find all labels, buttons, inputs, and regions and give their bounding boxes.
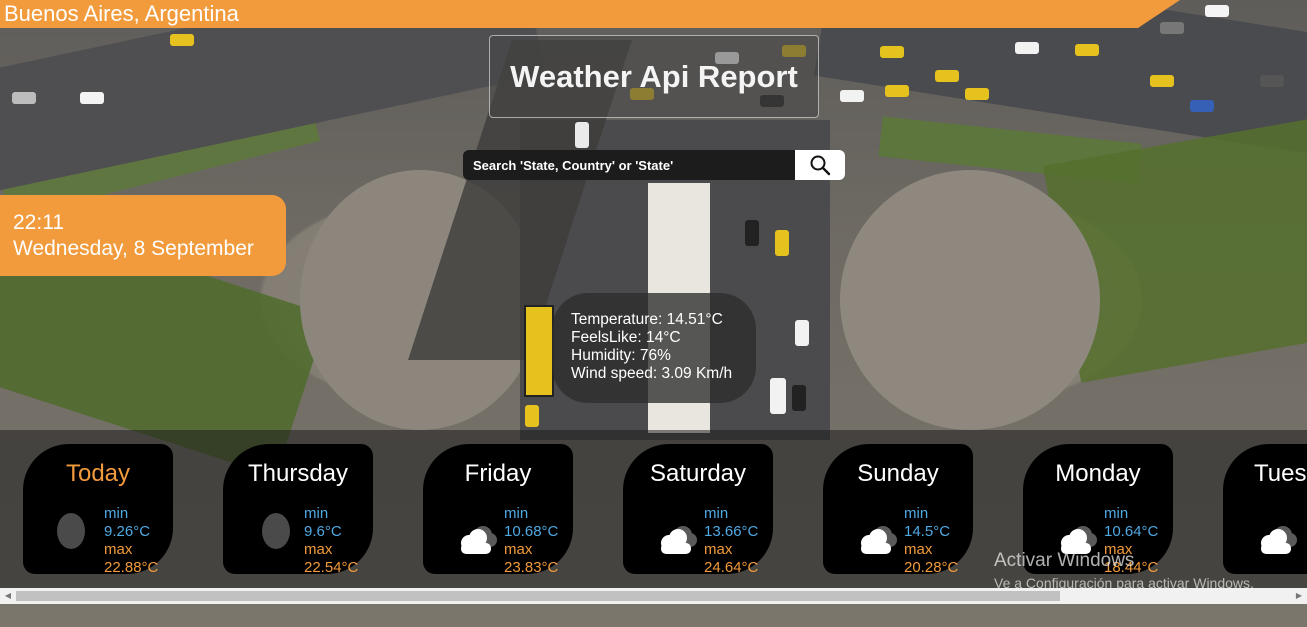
forecast-card-tuesday: Tues: [1223, 444, 1307, 574]
max-label: max: [704, 541, 733, 558]
moon-icon: [56, 512, 86, 555]
cloud-icon: [657, 524, 699, 561]
page-title: Weather Api Report: [510, 58, 798, 94]
min-label: min: [504, 505, 529, 522]
search-icon: [810, 155, 831, 176]
search-button[interactable]: [795, 150, 845, 180]
forecast-day: Friday: [464, 460, 532, 487]
forecast-card-sunday: Sunday min 14.5°C max 20.28°C: [823, 444, 973, 576]
cloud-icon: [857, 524, 899, 561]
current-time: 22:11: [13, 211, 64, 234]
search-input[interactable]: [463, 150, 795, 180]
activation-watermark-subtitle: Ve a Configuración para activar Windows.: [994, 575, 1254, 591]
forecast-day: Thursday: [247, 460, 349, 487]
location-label: Buenos Aires, Argentina: [4, 1, 239, 26]
min-temp: 9.26°C: [104, 523, 151, 540]
forecast-card-today: Today min 9.26°C max 22.88°C: [23, 444, 173, 576]
humidity-text: Humidity: 76%: [571, 347, 671, 364]
forecast-day: Monday: [1055, 460, 1141, 487]
min-label: min: [704, 505, 729, 522]
max-temp: 24.64°C: [704, 559, 759, 576]
feels-like-text: FeelsLike: 14°C: [571, 329, 681, 346]
current-date: Wednesday, 8 September: [13, 237, 254, 260]
title-box: Weather Api Report: [489, 35, 819, 118]
min-temp: 14.5°C: [904, 523, 951, 540]
temperature-text: Temperature: 14.51°C: [571, 311, 723, 328]
scroll-right-icon[interactable]: ▶: [1291, 588, 1307, 604]
max-label: max: [104, 541, 133, 558]
max-label: max: [304, 541, 333, 558]
min-temp: 10.64°C: [1104, 523, 1159, 540]
activation-watermark-title: Activar Windows: [994, 550, 1135, 571]
scroll-left-icon[interactable]: ◀: [0, 588, 16, 604]
cloud-icon: [457, 524, 499, 561]
moon-icon: [261, 512, 291, 555]
forecast-card-friday: Friday min 10.68°C max 23.83°C: [423, 444, 573, 576]
min-temp: 10.68°C: [504, 523, 559, 540]
max-temp: 23.83°C: [504, 559, 559, 576]
max-label: max: [904, 541, 933, 558]
cloud-icon: [1257, 524, 1299, 561]
max-temp: 20.28°C: [904, 559, 959, 576]
scroll-thumb[interactable]: [16, 591, 1060, 601]
min-label: min: [904, 505, 929, 522]
max-temp: 22.54°C: [304, 559, 359, 576]
wind-speed-text: Wind speed: 3.09 Km/h: [571, 365, 733, 382]
current-weather-panel: Temperature: 14.51°C FeelsLike: 14°C Hum…: [552, 293, 756, 403]
forecast-day: Saturday: [649, 460, 747, 487]
forecast-day: Tues: [1254, 460, 1307, 487]
forecast-day: Today: [65, 460, 131, 487]
min-label: min: [104, 505, 129, 522]
max-temp: 22.88°C: [104, 559, 159, 576]
max-label: max: [504, 541, 533, 558]
forecast-day: Sunday: [857, 460, 939, 487]
forecast-card-thursday: Thursday min 9.6°C max 22.54°C: [223, 444, 373, 576]
forecast-card-saturday: Saturday min 13.66°C max 24.64°C: [623, 444, 773, 576]
min-temp: 9.6°C: [304, 523, 342, 540]
min-temp: 13.66°C: [704, 523, 759, 540]
min-label: min: [304, 505, 329, 522]
datetime-panel: 22:11 Wednesday, 8 September: [0, 195, 286, 276]
min-label: min: [1104, 505, 1129, 522]
